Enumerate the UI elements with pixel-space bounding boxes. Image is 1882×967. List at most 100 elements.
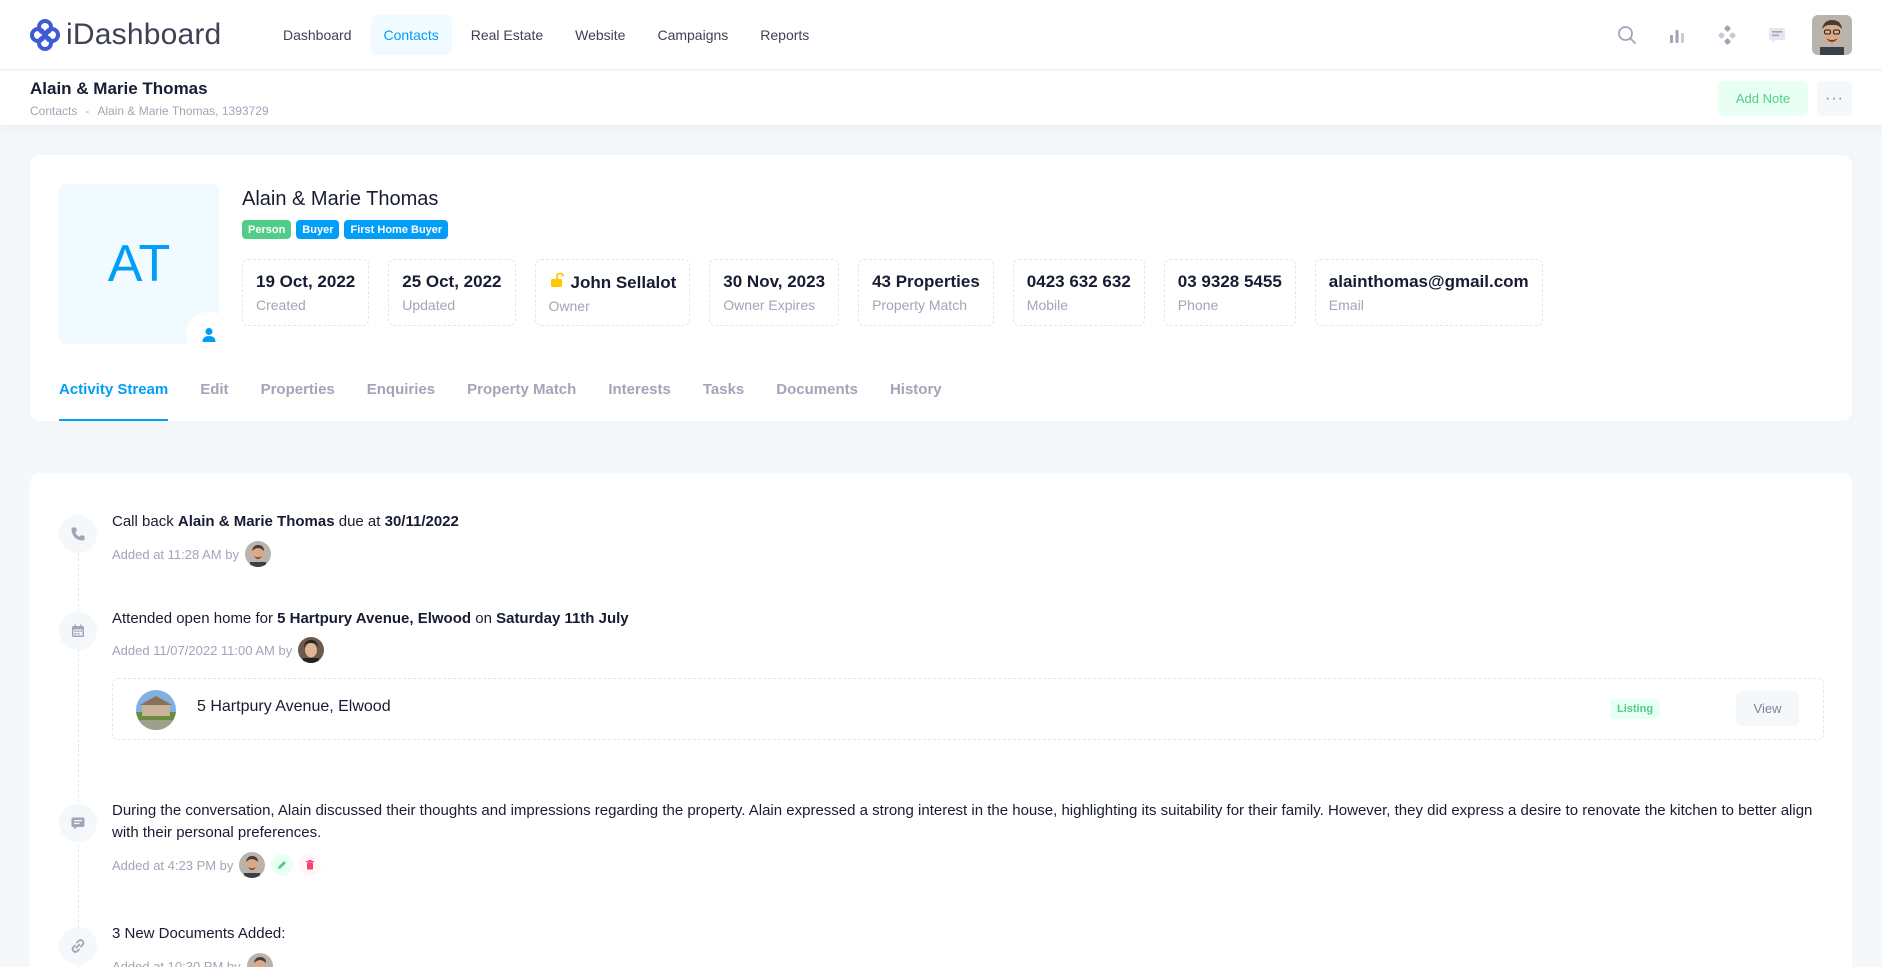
edit-icon[interactable] (271, 854, 294, 876)
header-actions (1612, 15, 1852, 55)
tab-enquiries[interactable]: Enquiries (367, 381, 435, 421)
stat-phone[interactable]: 03 9328 5455 Phone (1163, 259, 1296, 326)
activity-meta: Added at 4:23 PM by (112, 852, 322, 878)
add-note-button[interactable]: Add Note (1718, 81, 1808, 116)
nav-item-contacts[interactable]: Contacts (370, 15, 452, 55)
tag-person: Person (242, 220, 292, 239)
stat-owner[interactable]: John Sellalot Owner (534, 259, 691, 326)
message-icon (59, 804, 97, 842)
stat-label: Phone (1177, 297, 1219, 313)
tag-first-home-buyer: First Home Buyer (344, 220, 449, 239)
nav-item-website[interactable]: Website (562, 15, 638, 55)
activity-stream-card: Call back Alain & Marie Thomas due at 30… (30, 473, 1852, 967)
stat-updated: 25 Oct, 2022 Updated (388, 259, 516, 326)
contact-tags: Person Buyer First Home Buyer (242, 220, 449, 239)
tab-history[interactable]: History (890, 381, 942, 421)
avatar-initials: AT (107, 235, 171, 293)
tab-property-match[interactable]: Property Match (467, 381, 576, 421)
stat-property-match[interactable]: 43 Properties Property Match (858, 259, 994, 326)
tag-buyer: Buyer (296, 220, 340, 239)
nav-item-campaigns[interactable]: Campaigns (644, 15, 741, 55)
unlock-icon (549, 272, 565, 293)
contact-stats: 19 Oct, 2022 Created 25 Oct, 2022 Update… (242, 259, 1543, 326)
brand-name: iDashboard (66, 18, 222, 51)
stat-owner-expires: 30 Nov, 2023 Owner Expires (709, 259, 840, 326)
phone-icon (59, 515, 97, 553)
author-avatar[interactable] (246, 953, 273, 967)
timeline-line (78, 533, 79, 967)
stat-email[interactable]: alainthomas@gmail.com Email (1314, 259, 1543, 326)
profile-tabs: Activity Stream Edit Properties Enquirie… (59, 381, 942, 421)
stat-label: Mobile (1026, 297, 1069, 313)
stat-value: John Sellalot (549, 272, 677, 293)
activity-text: Call back Alain & Marie Thomas due at 30… (112, 511, 459, 533)
breadcrumb-separator: - (85, 104, 90, 118)
brand-logo[interactable]: iDashboard (30, 18, 221, 52)
tab-tasks[interactable]: Tasks (703, 381, 744, 421)
stat-value: alainthomas@gmail.com (1328, 272, 1529, 291)
delete-icon[interactable] (299, 854, 322, 876)
stat-label: Property Match (872, 297, 967, 313)
link-icon (59, 927, 97, 965)
text-segment: due at (334, 513, 385, 530)
activity-meta: Added at 10:30 PM by (112, 953, 273, 967)
tab-interests[interactable]: Interests (608, 381, 671, 421)
activity-note-text: During the conversation, Alain discussed… (112, 802, 1813, 841)
activity-meta: Added 11/07/2022 11:00 AM by (112, 637, 325, 663)
due-date: 30/11/2022 (384, 513, 459, 530)
property-thumbnail[interactable] (136, 690, 176, 730)
view-property-button[interactable]: View (1736, 691, 1799, 726)
stat-mobile[interactable]: 0423 632 632 Mobile (1012, 259, 1145, 326)
chat-icon[interactable] (1762, 15, 1792, 55)
nav-item-real-estate[interactable]: Real Estate (458, 15, 556, 55)
person-icon (186, 312, 232, 358)
text-segment: on (471, 610, 497, 627)
contact-name: Alain & Marie Thomas (242, 188, 439, 210)
text-segment: Call back (112, 513, 178, 530)
author-avatar[interactable] (298, 637, 325, 663)
text-segment: Attended open home for (112, 610, 278, 627)
main-nav: Dashboard Contacts Real Estate Website C… (270, 15, 822, 55)
stat-label: Owner (548, 298, 590, 314)
stat-value: 19 Oct, 2022 (256, 272, 356, 291)
event-date: Saturday 11th July (496, 610, 629, 627)
owner-name: John Sellalot (570, 272, 677, 292)
linked-property-card: 5 Hartpury Avenue, Elwood Listing View (112, 678, 1824, 740)
nav-item-dashboard[interactable]: Dashboard (270, 15, 365, 55)
stat-label: Updated (402, 297, 456, 313)
tab-properties[interactable]: Properties (261, 381, 335, 421)
nav-item-reports[interactable]: Reports (747, 15, 822, 55)
listing-badge: Listing (1610, 699, 1661, 719)
stat-created: 19 Oct, 2022 Created (242, 259, 370, 326)
user-avatar[interactable] (1812, 15, 1852, 55)
stat-value: 03 9328 5455 (1177, 272, 1282, 291)
tab-documents[interactable]: Documents (776, 381, 858, 421)
property-name[interactable]: 5 Hartpury Avenue, Elwood (197, 698, 391, 716)
activity-timestamp: Added 11/07/2022 11:00 AM by (112, 642, 293, 658)
stat-label: Created (256, 297, 306, 313)
author-avatar[interactable] (239, 852, 266, 878)
contact-link[interactable]: Alain & Marie Thomas (178, 513, 335, 530)
property-link[interactable]: 5 Hartpury Avenue, Elwood (277, 610, 471, 627)
more-options-button[interactable]: ··· (1817, 81, 1852, 116)
stat-value: 0423 632 632 (1026, 272, 1131, 291)
activity-text: 3 New Documents Added: (112, 925, 286, 942)
author-avatar[interactable] (244, 541, 271, 567)
activity-timestamp: Added at 11:28 AM by (112, 546, 239, 562)
breadcrumb-current: Alain & Marie Thomas, 1393729 (97, 104, 269, 118)
stat-value: 25 Oct, 2022 (402, 272, 502, 291)
breadcrumb-contacts[interactable]: Contacts (30, 104, 77, 118)
stat-value: 43 Properties (872, 272, 980, 291)
activity-timestamp: Added at 4:23 PM by (112, 857, 234, 873)
search-icon[interactable] (1612, 15, 1642, 55)
page-title: Alain & Marie Thomas (30, 79, 208, 98)
chart-icon[interactable] (1662, 15, 1692, 55)
calendar-icon (59, 612, 97, 650)
stat-label: Email (1328, 297, 1364, 313)
top-header: iDashboard Dashboard Contacts Real Estat… (0, 0, 1882, 70)
tab-edit[interactable]: Edit (200, 381, 228, 421)
apps-icon[interactable] (1712, 15, 1742, 55)
logo-icon (30, 19, 60, 51)
breadcrumb: Contacts - Alain & Marie Thomas, 1393729 (30, 104, 269, 118)
tab-activity-stream[interactable]: Activity Stream (59, 381, 169, 421)
